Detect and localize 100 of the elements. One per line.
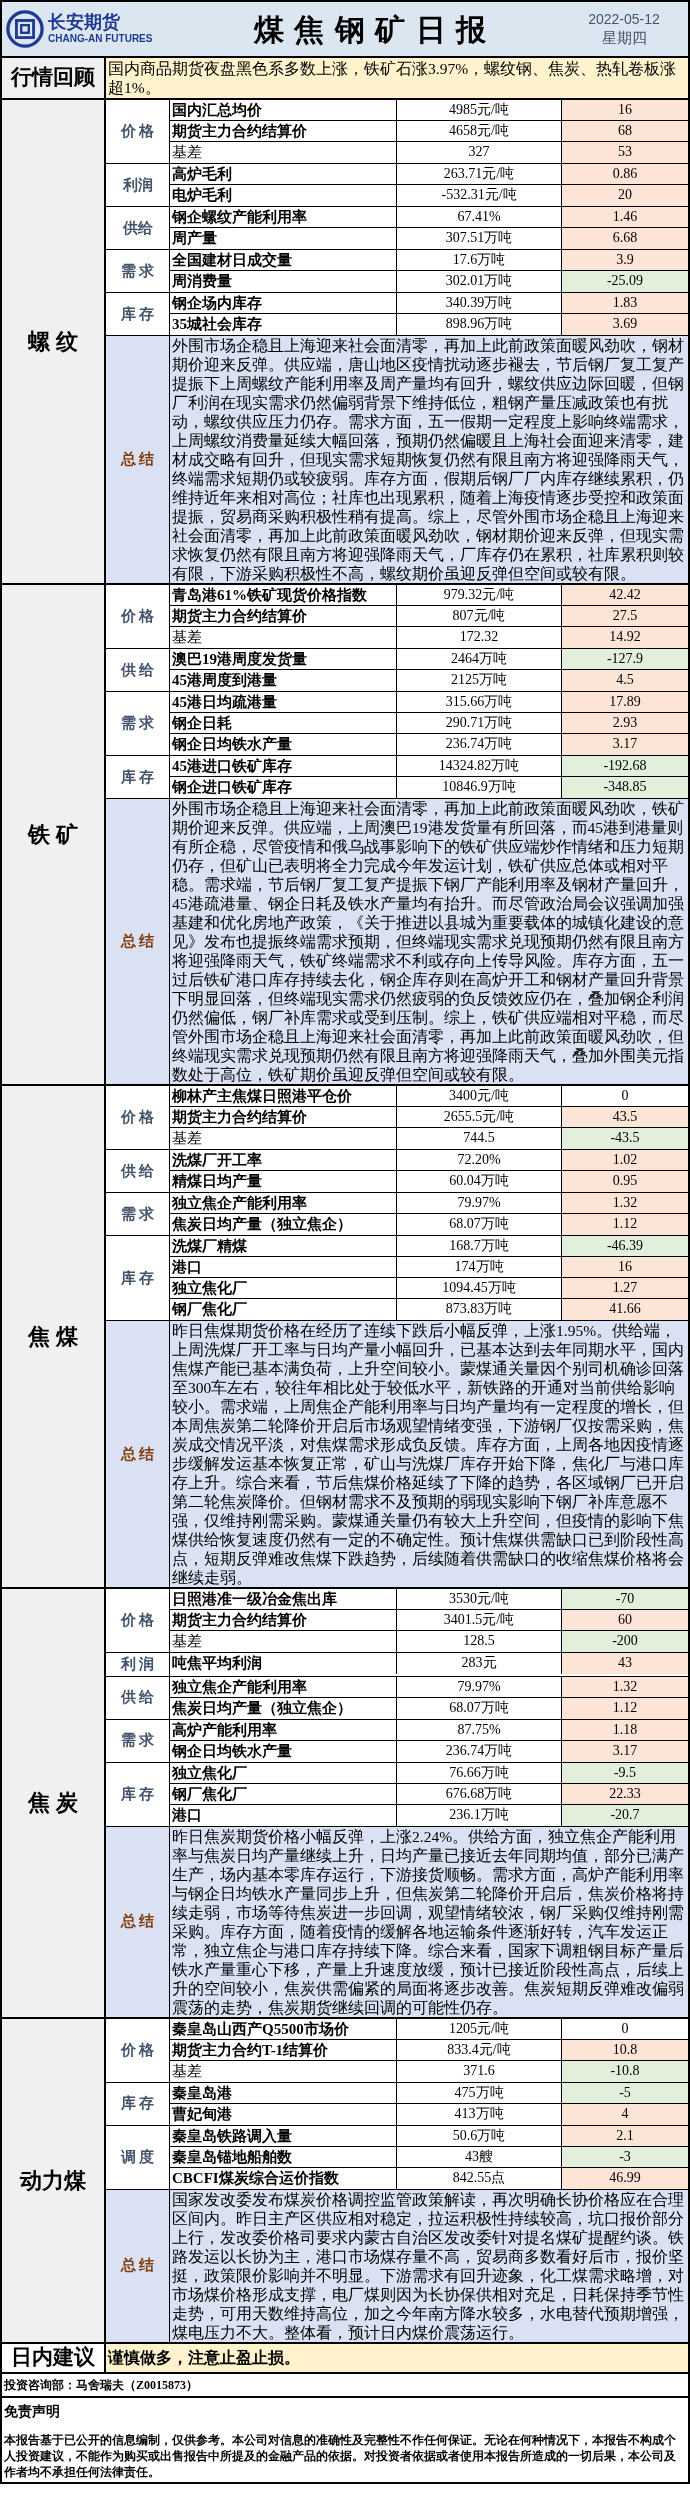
change-cell: 1.02	[562, 1150, 688, 1170]
category-label: 总 结	[106, 336, 170, 583]
indicator-name: 曹妃甸港	[170, 2103, 397, 2125]
change-cell: -70	[562, 1589, 688, 1609]
category-label: 总 结	[106, 2189, 170, 2342]
change-cell: -20.7	[562, 1804, 688, 1826]
change-cell: 6.68	[562, 228, 688, 249]
change-cell: -348.85	[562, 777, 688, 798]
change-cell: 43	[562, 1653, 688, 1674]
report-title: 煤 焦 钢 矿 日 报	[252, 10, 488, 49]
indicator-name: 期货主力合约T-1结算价	[170, 2039, 397, 2060]
category-label: 利润	[106, 164, 170, 206]
change-cell: 1.83	[562, 293, 688, 313]
change-cell: -10.8	[562, 2060, 688, 2082]
indicator-name: 钢企日均铁水产量	[170, 734, 397, 755]
indicator-name: 洗煤厂精煤	[170, 1236, 397, 1256]
indicator-name: 国内汇总均价	[170, 100, 397, 120]
category-label: 调 度	[106, 2125, 170, 2189]
indicator-name: 高炉产能利用率	[170, 1719, 397, 1740]
change-cell: -192.68	[562, 756, 688, 776]
summary-text: 外围市场企稳且上海迎来社会面清零，再加上此前政策面暖风劲吹，铁矿期价迎来反弹。供应端，上周澳巴19港发货量有所回落，而45港到港量则有所企稳，尽管疫情和俄乌战事影响下的铁矿供应端炒作情绪和压力短期仍存，但矿山已表明将全力完成今年发运计划，铁矿供应总体或相对平稳。需求端，节后钢厂复工复产提振下钢厂产能利用率及钢材产量回升，45港疏港量、钢企日耗及铁水产量均有抬升。而尽管政治局会议强调加强基建和优化房地产政策，《关于推进以县城为重要载体的城镇化建设的意见》发布也提振终端需求预期，但终端现实需求兑现预期仍然有限且南方将迎强降雨天气，铁矿终端需求不利或存向上传导风险。库存方面，五一过后铁矿港口库存持续去化，钢企库存则在高炉开工和钢材产量回升背景下明显回落，但终端现实需求仍然疲弱的负反馈效应仍在，叠加钢企利润仍然偏低，钢厂补库需求或受到压制。综上，铁矿供应端相对平稳，而尽管外围市场企稳且上海迎来社会面清零，再加上此前政策面暖风劲吹，但终端现实需求兑现预期仍然有限且南方将迎强降雨天气，叠加外围美元指数处于高位，铁矿期价虽迎反弹但空间或较有限。	[171, 799, 685, 1084]
change-cell: 41.66	[562, 1299, 688, 1320]
indicator-name: 周产量	[170, 228, 397, 249]
company-english-name: CHANG-AN FUTURES	[48, 32, 153, 46]
report-date: 2022-05-12	[588, 10, 660, 28]
category-label: 库 存	[106, 2082, 170, 2125]
indicator-name: 全国建材日成交量	[170, 250, 397, 270]
section-label: 动力煤	[2, 2018, 106, 2342]
indicator-name: 期货主力合约结算价	[170, 1610, 397, 1630]
change-cell: 1.18	[562, 1719, 688, 1740]
indicator-name: 45港日均疏港量	[170, 692, 397, 712]
change-cell: 1.27	[562, 1278, 688, 1298]
category-label: 供给	[106, 207, 170, 249]
change-cell: 4	[562, 2103, 688, 2125]
change-cell: 17.89	[562, 692, 688, 712]
indicator-name: 独立焦化厂	[170, 1278, 397, 1298]
indicator-name: 35城社会库存	[170, 314, 397, 335]
indicator-name: 秦皇岛山西产Q5500市场价	[170, 2018, 397, 2039]
indicator-name: 基差	[170, 627, 397, 648]
category-label: 需 求	[106, 1193, 170, 1235]
change-cell: 3.17	[562, 734, 688, 755]
category-label: 库 存	[106, 1762, 170, 1826]
company-logo-icon	[6, 10, 44, 48]
category-label: 需 求	[106, 1719, 170, 1762]
change-cell: 1.46	[562, 207, 688, 227]
category-label: 价 格	[106, 2018, 170, 2082]
change-cell: -9.5	[562, 1762, 688, 1783]
indicator-name: 焦炭日均产量（独立焦企）	[170, 1697, 397, 1719]
indicator-name: 基差	[170, 142, 397, 163]
indicator-name: 钢企日耗	[170, 713, 397, 733]
indicator-name: 钢企场内库存	[170, 293, 397, 313]
indicator-name: 独立焦企产能利用率	[170, 1676, 397, 1697]
category-label: 供 给	[106, 1150, 170, 1192]
indicator-name: 独立焦企产能利用率	[170, 1193, 397, 1213]
indicator-name: 45港进口铁矿库存	[170, 756, 397, 776]
indicator-name: 钢企螺纹产能利用率	[170, 207, 397, 227]
change-cell: 68	[562, 121, 688, 141]
category-label: 需 求	[106, 250, 170, 292]
change-cell: 20	[562, 185, 688, 206]
change-cell: 16	[562, 1257, 688, 1277]
indicator-name: 港口	[170, 1257, 397, 1277]
change-cell: -127.9	[562, 649, 688, 669]
change-cell: 42.42	[562, 585, 688, 605]
indicator-name: 45港周度到港量	[170, 670, 397, 691]
indicator-name: 日照港准一级冶金焦出库	[170, 1589, 397, 1609]
disclaimer-title: 免责声明	[4, 2402, 61, 2421]
indicator-name: 秦皇岛锚地船舶数	[170, 2146, 397, 2167]
summary-text: 昨日焦炭期货价格小幅反弹，上涨2.24%。供给方面，独立焦企产能利用率与焦炭日均产量继续上升，日均产量已接近去年同期均值，部分已满产生产，场内基本零库存运行，下游接货顺畅。需求方面，高炉产能利用率与钢企日均铁水产量同步上升，但焦炭第二轮降价开启后，焦炭价格将持续走弱，市场等待焦炭进一步回调，观望情绪较浓，钢厂采购仅维持刚需采购。库存方面，随着疫情的缓解各地运输条件逐渐好转，汽车发运正常，独立焦企与港口库存持续下降。综合来看，国家下调粗钢目标产量后铁水产量重心下移，产量上升速度放缓，预计已接近阶段性高点，后续上升的空间较小，焦炭供需偏紧的局面将逐步改善。焦炭短期反弹难改偏弱震荡的走势，焦炭期货继续回调的可能性仍存。	[171, 1826, 685, 2017]
indicator-name: 钢企日均铁水产量	[170, 1740, 397, 1762]
indicator-name: 吨焦平均利润	[170, 1653, 397, 1674]
report-weekday: 星期四	[601, 29, 647, 48]
change-cell: 60	[562, 1610, 688, 1630]
change-cell: 2.1	[562, 2125, 688, 2146]
review-text: 国内商品期货夜盘黑色系多数上涨，铁矿石涨3.97%，螺纹钢、焦炭、热轧卷板涨超1%。	[106, 58, 688, 98]
change-cell: 3.69	[562, 314, 688, 335]
category-label: 总 结	[106, 799, 170, 1084]
change-cell: 0.95	[562, 1171, 688, 1192]
section-label: 焦 煤	[2, 1086, 106, 1587]
change-cell: 1.32	[562, 1193, 688, 1213]
category-label: 库 存	[106, 1236, 170, 1320]
change-cell: 43.5	[562, 1107, 688, 1127]
disclaimer-text: 本报告基于已公开的信息编制，仅供参考。本公司对信息的准确性及完整性不作任何保证。无论在何种情况下，本报告不构成个人投资建议，不能作为购买或出售报告中所提及的金融产品的依据。对投资者依据或者使用本报告所造成的一切后果，本公司及作者均不承担任何法律责任。	[4, 2432, 677, 2480]
category-label: 供 给	[106, 649, 170, 691]
change-cell: 46.99	[562, 2167, 688, 2189]
change-cell: 1.32	[562, 1676, 688, 1697]
indicator-name: 秦皇岛港	[170, 2082, 397, 2103]
indicator-name: CBCFI煤炭综合运价指数	[170, 2167, 397, 2189]
category-label: 价 格	[106, 1086, 170, 1149]
company-name: 长安期货	[48, 12, 121, 32]
change-cell: -5	[562, 2082, 688, 2103]
section-label: 焦 炭	[2, 1589, 106, 2017]
indicator-name: 独立焦化厂	[170, 1762, 397, 1783]
advice-text: 谨慎做多，注意止盈止损。	[106, 2343, 688, 2372]
indicator-name: 柳林产主焦煤日照港平仓价	[170, 1086, 397, 1106]
change-cell: 27.5	[562, 606, 688, 626]
category-label: 需 求	[106, 692, 170, 755]
section-label: 铁 矿	[2, 585, 106, 1084]
indicator-name: 电炉毛利	[170, 185, 397, 206]
category-label: 库 存	[106, 756, 170, 798]
contact-text: 投资咨询部：马舍瑞夫（Z0015873）	[2, 2373, 688, 2398]
